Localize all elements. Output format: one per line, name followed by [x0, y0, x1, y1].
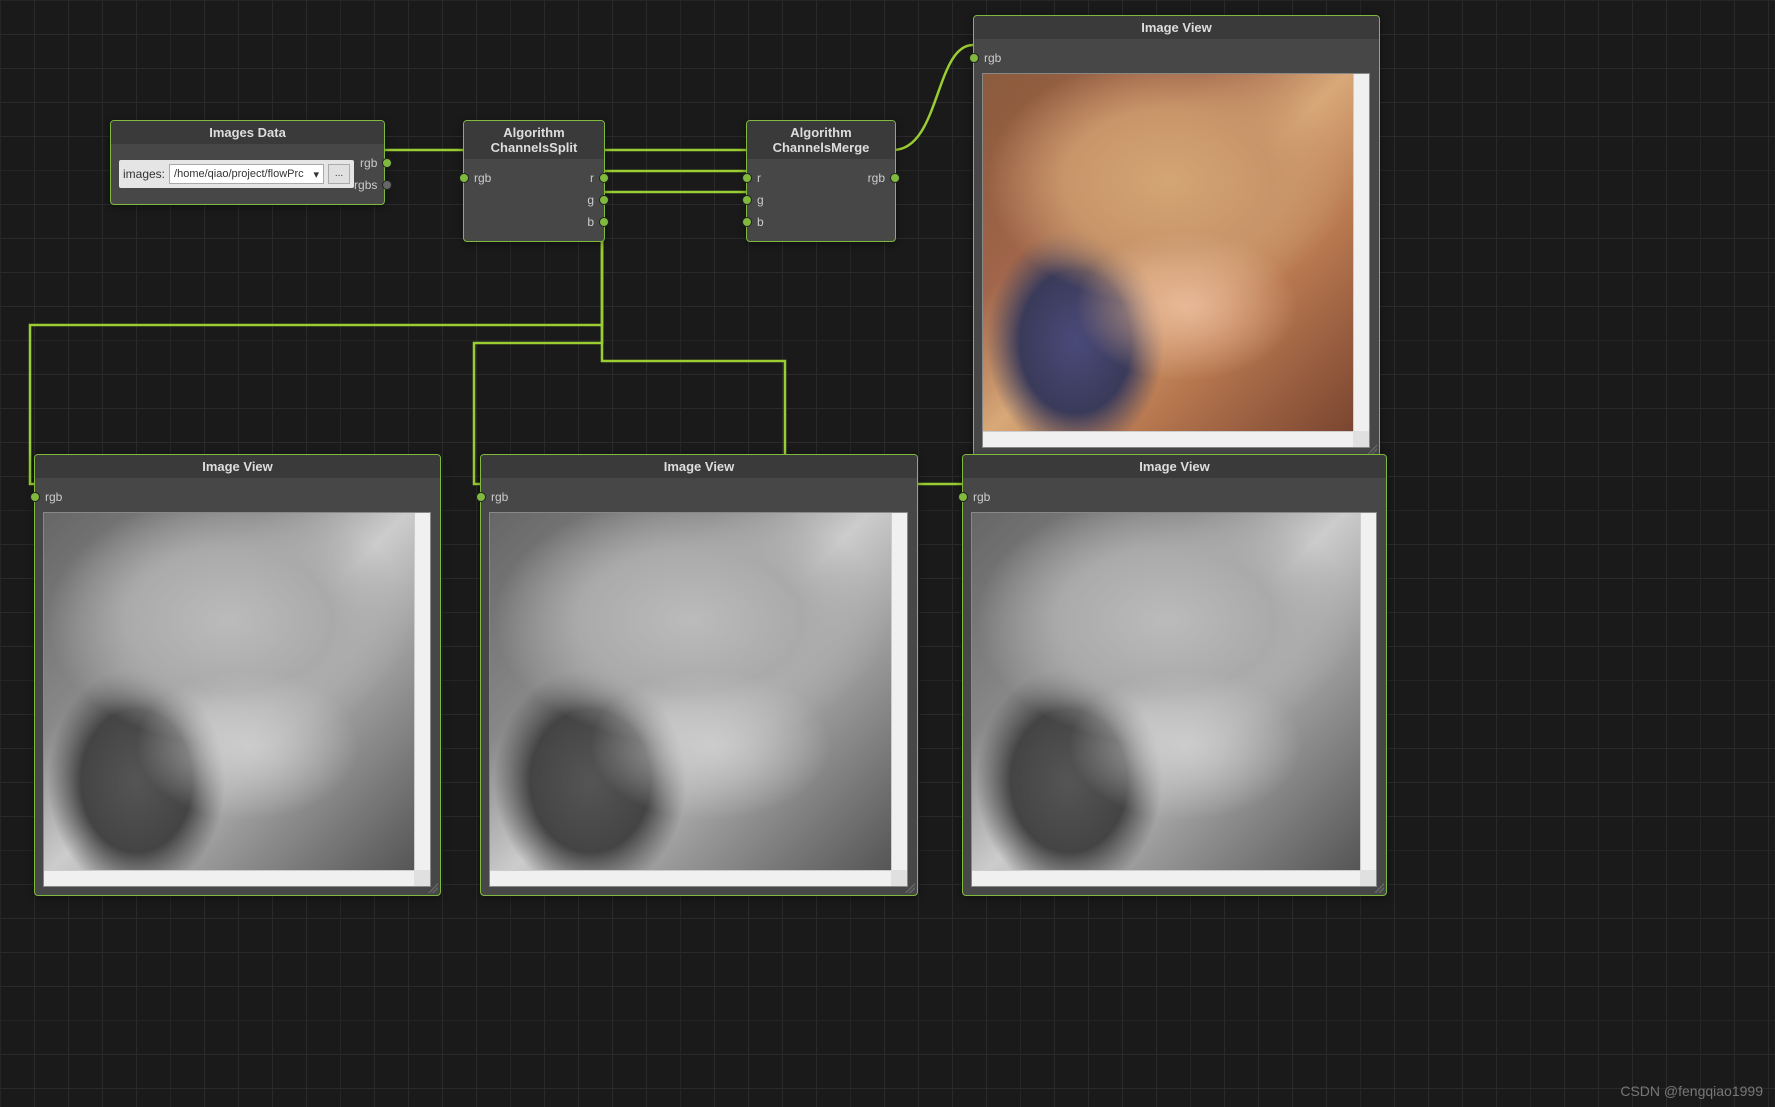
image-preview[interactable] — [489, 512, 908, 887]
node-image-view-g[interactable]: Image View rgb — [480, 454, 918, 896]
watermark: CSDN @fengqiao1999 — [1620, 1083, 1763, 1099]
scrollbar-vertical[interactable] — [1353, 74, 1369, 431]
port-out-g[interactable]: g — [587, 189, 596, 211]
port-in-b[interactable]: b — [755, 211, 764, 233]
port-out-rgb[interactable]: rgb — [868, 167, 887, 189]
chevron-down-icon: ▾ — [314, 168, 320, 181]
scrollbar-vertical[interactable] — [414, 513, 430, 870]
port-out-rgbs[interactable]: rgbs — [354, 174, 379, 196]
scrollbar-horizontal[interactable] — [44, 870, 414, 886]
preview-image-gray — [44, 513, 414, 870]
browse-button[interactable]: ... — [328, 164, 350, 184]
port-in-rgb[interactable]: rgb — [971, 486, 1378, 508]
scrollbar-vertical[interactable] — [1360, 513, 1376, 870]
node-title: Image View — [974, 16, 1379, 39]
node-image-view-b[interactable]: Image View rgb — [962, 454, 1387, 896]
port-in-r[interactable]: r — [755, 167, 761, 189]
node-title: Algorithm ChannelsSplit — [464, 121, 604, 159]
port-in-rgb[interactable]: rgb — [489, 486, 909, 508]
node-images-data[interactable]: Images Data images: /home/qiao/project/f… — [110, 120, 385, 205]
node-title: Images Data — [111, 121, 384, 144]
resize-handle[interactable] — [1367, 444, 1377, 454]
images-path-dropdown[interactable]: /home/qiao/project/flowPrc ▾ — [169, 164, 324, 184]
resize-handle[interactable] — [905, 883, 915, 893]
scrollbar-vertical[interactable] — [891, 513, 907, 870]
image-preview[interactable] — [43, 512, 431, 887]
node-image-view-r[interactable]: Image View rgb — [34, 454, 441, 896]
node-title: Image View — [963, 455, 1386, 478]
images-label: images: — [123, 167, 165, 181]
port-in-g[interactable]: g — [755, 189, 764, 211]
node-title: Image View — [481, 455, 917, 478]
node-title: Image View — [35, 455, 440, 478]
node-channels-split[interactable]: Algorithm ChannelsSplit rgb r g b — [463, 120, 605, 242]
port-in-rgb[interactable]: rgb — [43, 486, 432, 508]
preview-image-color — [983, 74, 1353, 431]
node-image-view-output[interactable]: Image View rgb — [973, 15, 1380, 457]
port-in-rgb[interactable]: rgb — [982, 47, 1371, 69]
port-out-b[interactable]: b — [587, 211, 596, 233]
scrollbar-horizontal[interactable] — [972, 870, 1360, 886]
image-preview[interactable] — [982, 73, 1370, 448]
node-channels-merge[interactable]: Algorithm ChannelsMerge r rgb g b — [746, 120, 896, 242]
image-preview[interactable] — [971, 512, 1377, 887]
resize-handle[interactable] — [1374, 883, 1384, 893]
preview-image-gray — [972, 513, 1360, 870]
port-out-r[interactable]: r — [590, 167, 596, 189]
images-path-text: /home/qiao/project/flowPrc — [174, 168, 304, 180]
port-in-rgb[interactable]: rgb — [472, 167, 491, 189]
images-field-row: images: /home/qiao/project/flowPrc ▾ ... — [119, 160, 354, 188]
port-out-rgb[interactable]: rgb — [354, 152, 379, 174]
scrollbar-horizontal[interactable] — [983, 431, 1353, 447]
preview-image-gray — [490, 513, 891, 870]
scrollbar-horizontal[interactable] — [490, 870, 891, 886]
node-title: Algorithm ChannelsMerge — [747, 121, 895, 159]
resize-handle[interactable] — [428, 883, 438, 893]
